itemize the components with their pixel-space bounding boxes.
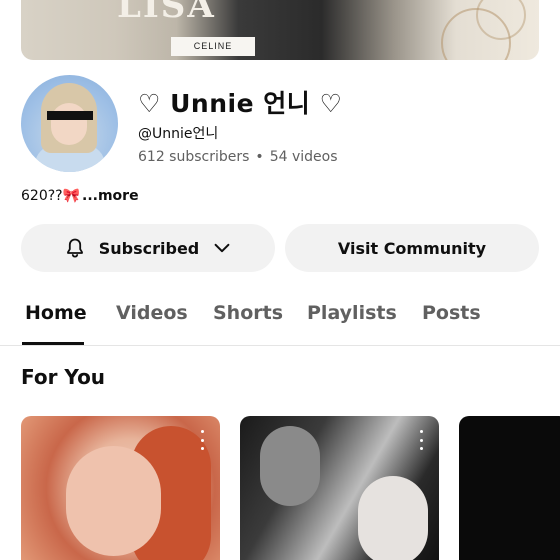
tab-videos[interactable]: Videos (116, 302, 188, 324)
channel-banner[interactable]: LISA CELINE (21, 0, 539, 60)
subscribed-button[interactable]: Subscribed (21, 224, 275, 272)
subscribed-label: Subscribed (98, 238, 200, 258)
channel-avatar[interactable] (21, 75, 118, 172)
video-card[interactable] (459, 416, 560, 560)
thumbnail-cat (260, 426, 320, 506)
channel-name: ♡ Unnie 언니 ♡ (138, 89, 343, 118)
banner-brand-label: CELINE (171, 37, 255, 56)
chevron-down-icon (214, 243, 230, 253)
channel-description[interactable]: 620??🎀 ...more (21, 188, 139, 204)
tab-home[interactable]: Home (25, 302, 87, 324)
visit-community-label: Visit Community (337, 238, 487, 258)
description-text: 620??🎀 (21, 188, 81, 204)
video-card[interactable] (21, 416, 220, 560)
tab-shorts[interactable]: Shorts (213, 302, 283, 324)
more-vert-icon[interactable] (199, 430, 205, 450)
video-card[interactable] (240, 416, 439, 560)
thumbnail-face (358, 476, 428, 560)
banner-text: LISA (117, 0, 216, 26)
channel-stats: 612 subscribers • 54 videos (138, 149, 338, 165)
thumbnail-face (66, 446, 161, 556)
avatar-sunglasses (47, 111, 93, 120)
channel-tabs: Home Videos Shorts Playlists Posts (0, 290, 560, 346)
description-more-link[interactable]: ...more (82, 188, 139, 204)
channel-handle: @Unnie언니 (138, 126, 219, 142)
active-tab-indicator (22, 342, 84, 345)
for-you-heading: For You (21, 365, 106, 389)
video-count: 54 videos (269, 149, 338, 165)
tab-posts[interactable]: Posts (422, 302, 481, 324)
stats-separator: • (255, 149, 264, 165)
visit-community-button[interactable]: Visit Community (285, 224, 539, 272)
tab-playlists[interactable]: Playlists (307, 302, 397, 324)
bell-icon (66, 238, 83, 258)
more-vert-icon[interactable] (418, 430, 424, 450)
avatar-face (51, 103, 87, 145)
subscriber-count: 612 subscribers (138, 149, 250, 165)
